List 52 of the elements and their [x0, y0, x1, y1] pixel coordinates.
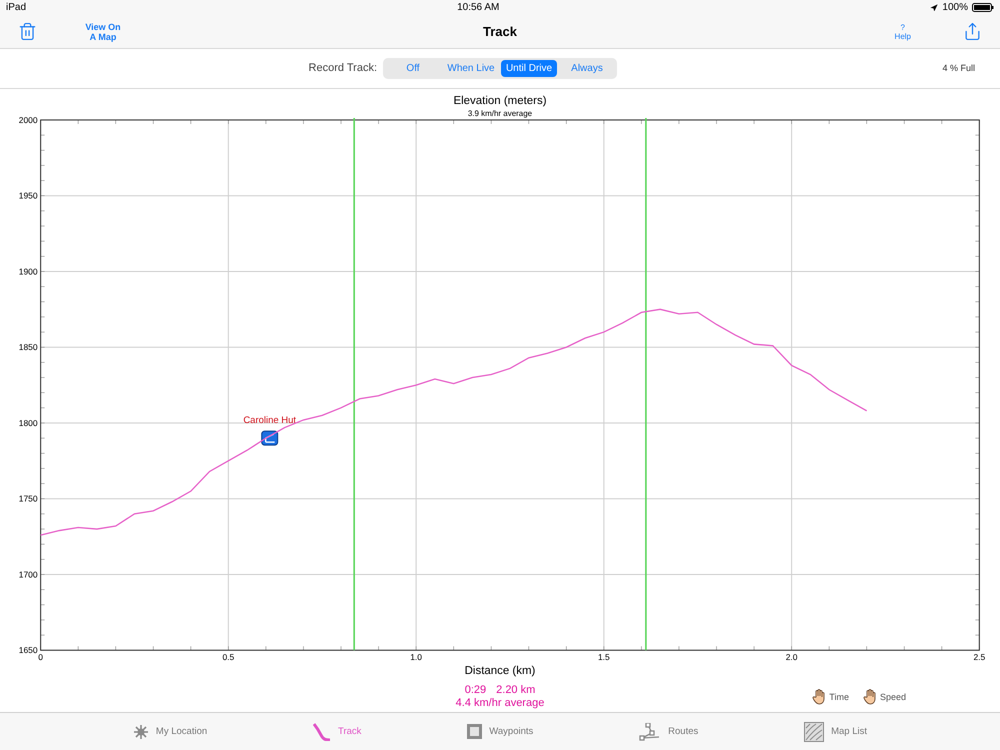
x-tick-label: 2.0	[786, 652, 798, 662]
y-tick-label: 2000	[18, 114, 38, 125]
waypoint-icon[interactable]	[261, 430, 278, 446]
trash-button[interactable]	[18, 22, 37, 42]
chart-subtitle: 3.9 km/hr average	[468, 108, 532, 118]
duration: 0:29	[464, 684, 486, 698]
x-tick-label: 0.5	[222, 652, 234, 662]
y-tick-label: 1700	[18, 569, 38, 580]
x-tick-label: 0	[38, 652, 43, 662]
distance: 2.20 km	[496, 684, 536, 698]
share-button[interactable]	[963, 22, 982, 42]
tab-item[interactable]: Routes	[633, 713, 704, 750]
y-tick-label: 1950	[18, 190, 38, 201]
square-icon	[467, 724, 482, 740]
record-track-label: Record Track:	[308, 62, 377, 74]
tab-item[interactable]: Track	[307, 713, 368, 750]
y-tick-label: 1750	[18, 494, 38, 504]
battery-icon	[972, 3, 994, 12]
tab-item[interactable]: Waypoints	[461, 713, 540, 750]
nav-title: Track	[483, 24, 517, 40]
segment-option[interactable]: Always	[559, 60, 615, 77]
x-tick-label: 2.5	[973, 652, 986, 662]
mode-toggle[interactable]: Time	[812, 689, 849, 706]
x-tick-label: 1.5	[598, 652, 610, 662]
segment-option[interactable]: Off	[385, 60, 441, 77]
x-tick-label: 1.0	[410, 652, 422, 662]
segment-option[interactable]: When Live	[443, 60, 499, 77]
x-axis-label: Distance (km)	[464, 665, 536, 678]
track-line-icon	[313, 722, 332, 741]
waypoint-label: Caroline Hut	[243, 415, 296, 426]
mode-toggle[interactable]: Speed	[862, 689, 906, 706]
route-icon	[639, 722, 662, 741]
location-arrow-icon	[930, 4, 938, 12]
segment-option[interactable]: Until Drive	[501, 60, 557, 77]
device-name: iPad	[6, 2, 26, 14]
y-tick-label: 1650	[18, 645, 38, 656]
sun-icon	[132, 724, 149, 740]
view-map-button[interactable]: View On A Map	[81, 22, 125, 42]
storage-fullness: 4 % Full	[942, 63, 975, 74]
tab-item[interactable]: Map List	[798, 713, 874, 750]
map-icon	[804, 722, 824, 742]
hand-icon	[862, 689, 877, 706]
hand-icon	[812, 689, 826, 706]
clock: 10:56 AM	[457, 2, 500, 14]
average-speed: 4.4 km/hr average	[456, 697, 544, 710]
tab-item[interactable]: My Location	[126, 713, 214, 750]
y-tick-label: 1850	[18, 342, 38, 352]
y-tick-label: 1800	[18, 418, 38, 428]
help-button[interactable]: ? Help	[894, 22, 911, 41]
y-tick-label: 1900	[18, 266, 38, 276]
chart-title: Elevation (meters)	[453, 94, 547, 107]
battery-percent: 100%	[942, 2, 968, 14]
